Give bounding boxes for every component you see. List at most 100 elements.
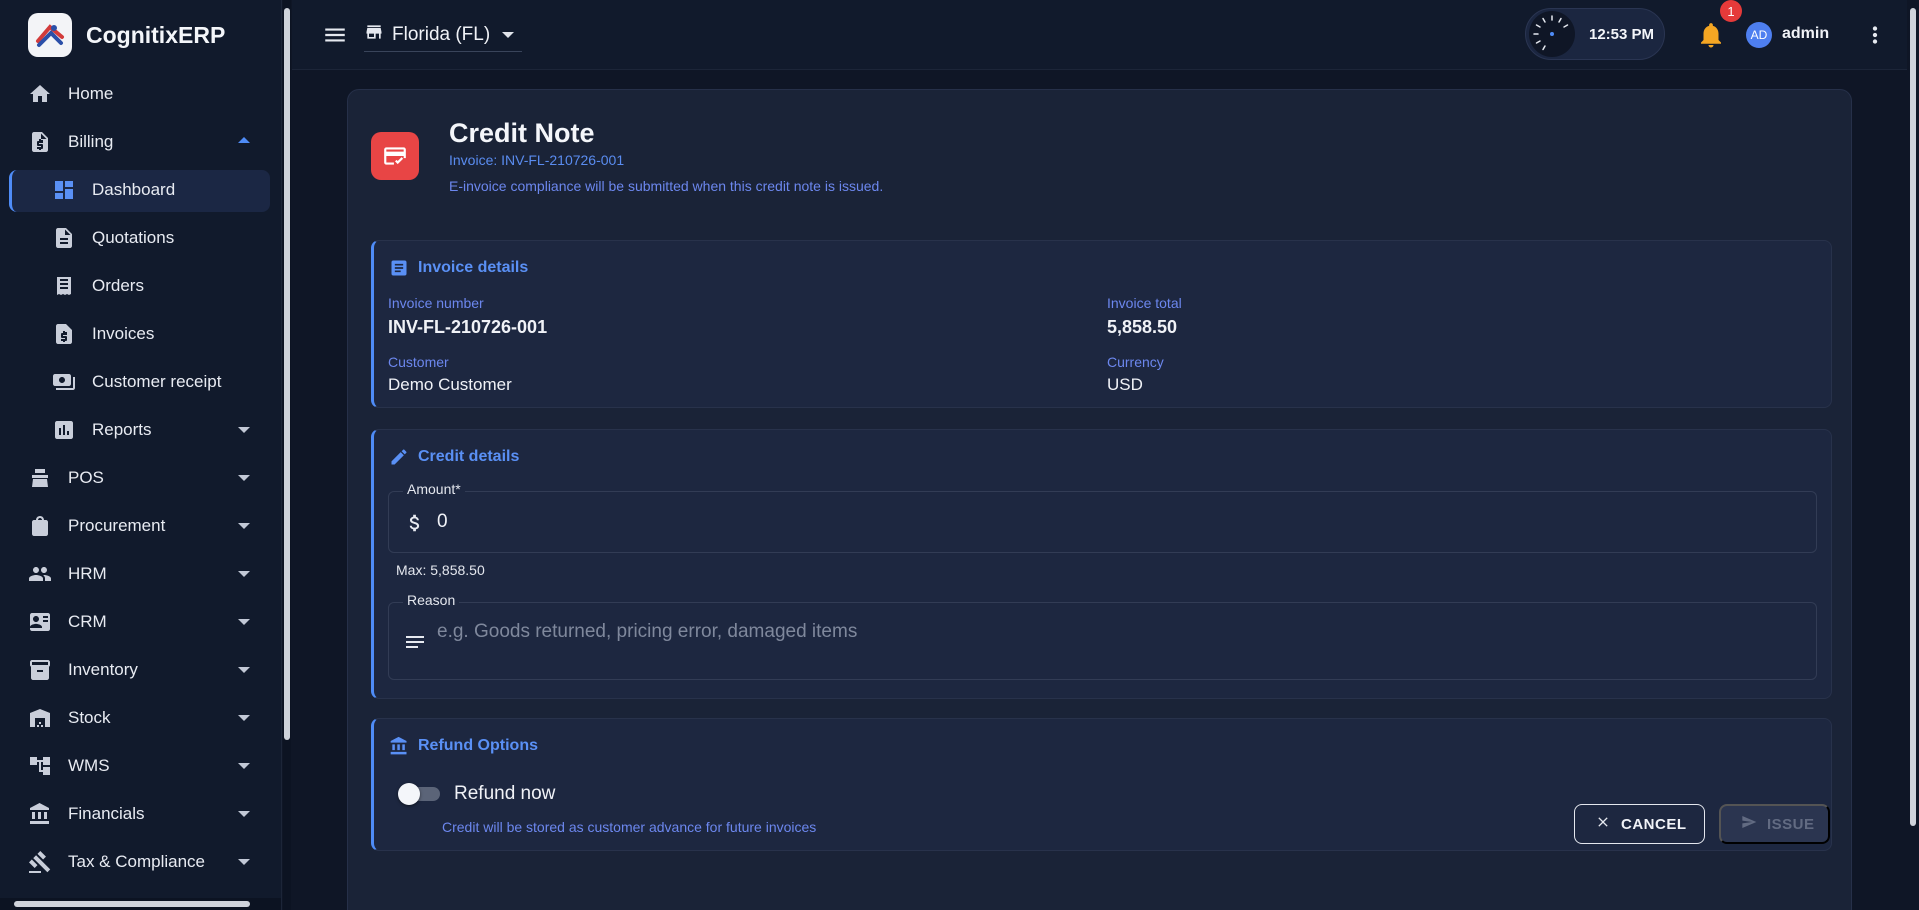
chevron-down-icon [238, 427, 250, 433]
sidebar-item-label: Inventory [68, 660, 138, 679]
section-title: Refund Options [388, 735, 538, 757]
chevron-down-icon [238, 715, 250, 721]
sidebar-item-label: POS [68, 468, 104, 487]
customer-value: Demo Customer [388, 375, 512, 394]
sidebar-item-home[interactable]: Home [0, 70, 281, 118]
bank-icon [26, 800, 54, 828]
reason-input[interactable] [437, 594, 1797, 670]
sidebar-nav: Home Billing Dashboard Quotations Orders… [0, 70, 281, 886]
cancel-button[interactable]: CANCEL [1574, 804, 1705, 844]
contact-card-icon [26, 608, 54, 636]
user-name[interactable]: admin [1782, 25, 1829, 43]
sidebar-item-procurement[interactable]: Procurement [0, 502, 281, 550]
gavel-icon [26, 848, 54, 876]
sidebar-item-label: Stock [68, 708, 111, 727]
sidebar-vertical-scrollbar[interactable] [283, 0, 291, 910]
sidebar-item-orders[interactable]: Orders [0, 262, 281, 310]
sidebar-item-label: Dashboard [92, 180, 176, 199]
invoice-details-section: Invoice details Invoice number INV-FL-21… [371, 240, 1832, 408]
avatar[interactable]: AD [1746, 22, 1772, 48]
cash-icon [50, 368, 78, 396]
store-selector[interactable]: Florida (FL) [364, 18, 523, 52]
sidebar-item-crm[interactable]: CRM [0, 598, 281, 646]
close-icon [1595, 814, 1611, 834]
sidebar-item-label: Home [68, 84, 114, 103]
chevron-down-icon [238, 475, 250, 481]
brand-logo-icon [28, 13, 72, 57]
sidebar-horizontal-scrollbar[interactable] [0, 898, 281, 910]
store-icon [364, 22, 384, 47]
credit-card-check-icon [371, 132, 419, 180]
invoice-total-label: Invoice total [1107, 295, 1182, 311]
bell-icon[interactable] [1696, 20, 1726, 50]
chevron-down-icon [502, 31, 515, 38]
sidebar-item-invoices[interactable]: Invoices [0, 310, 281, 358]
chevron-down-icon [238, 523, 250, 529]
customer-label: Customer [388, 354, 449, 370]
chevron-down-icon [238, 571, 250, 577]
bar-chart-icon [50, 416, 78, 444]
sidebar-item-tax-compliance[interactable]: Tax & Compliance [0, 838, 281, 886]
issue-button[interactable]: ISSUE [1719, 804, 1830, 844]
clock-time: 12:53 PM [1589, 25, 1655, 43]
sidebar-item-label: WMS [68, 756, 110, 775]
refund-now-toggle[interactable] [398, 782, 440, 806]
brand[interactable]: CognitixERP [0, 0, 281, 70]
topbar: Florida (FL) 12:53 PM 1 AD admin [292, 0, 1919, 70]
more-vertical-icon[interactable] [1862, 22, 1888, 48]
sidebar-item-quotations[interactable]: Quotations [0, 214, 281, 262]
invoice-total-value: 5,858.50 [1107, 317, 1178, 337]
sidebar-item-stock[interactable]: Stock [0, 694, 281, 742]
people-icon [26, 560, 54, 588]
currency-value: USD [1107, 375, 1143, 394]
dollar-icon [403, 511, 427, 535]
amount-input[interactable] [437, 492, 1797, 552]
invoice-reference: Invoice: INV-FL-210726-001 [449, 152, 625, 168]
send-icon [1741, 814, 1757, 834]
sidebar-item-label: Invoices [92, 324, 155, 343]
archive-icon [26, 656, 54, 684]
store-label: Florida (FL) [392, 23, 491, 45]
billing-icon [26, 128, 54, 156]
section-title: Invoice details [388, 257, 528, 279]
main-vertical-scrollbar[interactable] [1907, 0, 1919, 910]
amount-field[interactable]: Amount* [388, 481, 1817, 553]
sidebar-item-reports[interactable]: Reports [0, 406, 281, 454]
sidebar-item-label: Billing [68, 132, 114, 151]
credit-details-section: Credit details Amount* Max: 5,858.50 Rea… [371, 429, 1832, 699]
edit-icon [388, 446, 410, 468]
sidebar: CognitixERP Home Billing Dashboard Quota… [0, 0, 282, 910]
sidebar-item-label: Orders [92, 276, 144, 295]
bank-icon [388, 735, 410, 757]
credit-note-card: Credit Note Invoice: INV-FL-210726-001 E… [347, 89, 1852, 910]
sidebar-item-wms[interactable]: WMS [0, 742, 281, 790]
clock-icon [1529, 11, 1575, 57]
dashboard-icon [50, 176, 78, 204]
sidebar-item-hrm[interactable]: HRM [0, 550, 281, 598]
sidebar-item-financials[interactable]: Financials [0, 790, 281, 838]
sidebar-item-inventory[interactable]: Inventory [0, 646, 281, 694]
home-icon [26, 80, 54, 108]
chevron-down-icon [238, 667, 250, 673]
chevron-down-icon [238, 811, 250, 817]
max-amount-helper: Max: 5,858.50 [396, 562, 485, 578]
page-title: Credit Note [449, 118, 595, 148]
reason-field[interactable]: Reason [388, 592, 1817, 680]
currency-label: Currency [1107, 354, 1164, 370]
sidebar-item-dashboard[interactable]: Dashboard [0, 166, 281, 214]
sidebar-item-pos[interactable]: POS [0, 454, 281, 502]
section-title: Credit details [388, 446, 519, 468]
sidebar-item-label: Reports [92, 420, 152, 439]
refund-now-label[interactable]: Refund now [454, 783, 555, 805]
menu-icon[interactable] [322, 22, 348, 48]
sidebar-item-billing[interactable]: Billing [0, 118, 281, 166]
chevron-down-icon [238, 859, 250, 865]
notes-icon [403, 630, 427, 654]
clock-widget: 12:53 PM [1525, 8, 1665, 60]
chevron-down-icon [238, 763, 250, 769]
chevron-down-icon [238, 619, 250, 625]
sidebar-item-customer-receipt[interactable]: Customer receipt [0, 358, 281, 406]
sidebar-item-label: Customer receipt [92, 372, 222, 391]
warehouse-icon [26, 704, 54, 732]
brand-name: CognitixERP [86, 21, 226, 48]
